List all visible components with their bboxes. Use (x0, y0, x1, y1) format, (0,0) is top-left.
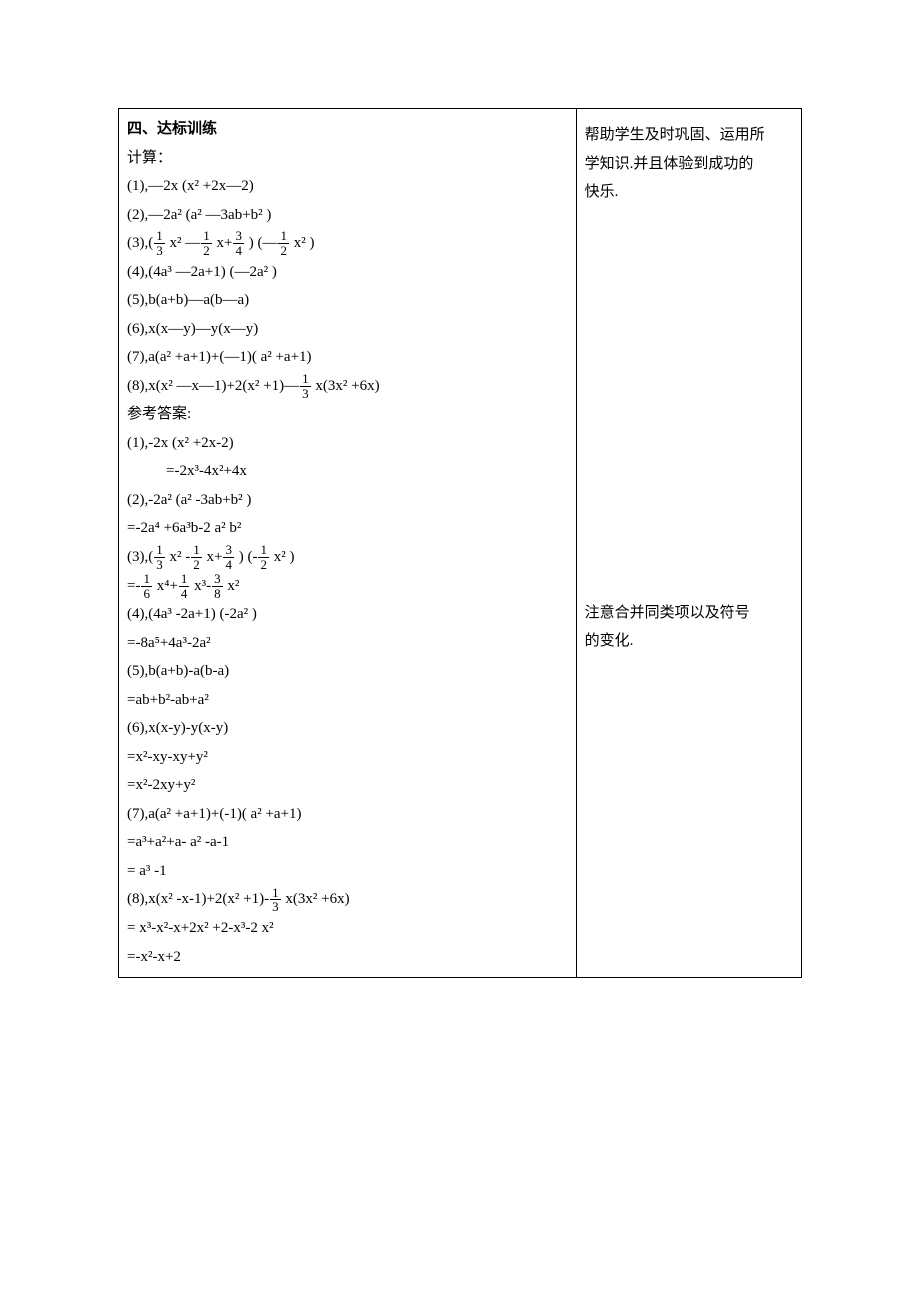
q3-part-c: x+ (213, 235, 233, 251)
a5-1: (5),b(a+b)-a(b-a) (127, 657, 568, 686)
frac-1-2: 12 (191, 543, 202, 571)
a3-2c: x³- (190, 578, 211, 594)
a7-2: =a³+a²+a- a² -a-1 (127, 828, 568, 857)
q8-part-a: (8),x(x² —x—1)+2(x² +1)— (127, 378, 299, 394)
a5-2: =ab+b²-ab+a² (127, 686, 568, 715)
a3-2a: =- (127, 578, 140, 594)
a3-1b: x² - (166, 549, 191, 565)
section-heading: 四、达标训练 (127, 115, 568, 144)
a7-3: = a³ -1 (127, 857, 568, 886)
page: 四、达标训练 计算： (1),—2x (x² +2x—2) (2),—2a² (… (0, 0, 920, 1302)
a2-2: =-2a⁴ +6a³b-2 a² b² (127, 514, 568, 543)
a2-1: (2),-2a² (a² -3ab+b² ) (127, 486, 568, 515)
a6-2: =x²-xy-xy+y² (127, 743, 568, 772)
q3: (3),(13 x² —12 x+34 ) (—12 x² ) (127, 229, 568, 258)
a7-1: (7),a(a² +a+1)+(-1)( a² +a+1) (127, 800, 568, 829)
q5: (5),b(a+b)—a(b—a) (127, 286, 568, 315)
q4: (4),(4a³ —2a+1) (—2a² ) (127, 258, 568, 287)
a4-2: =-8a⁵+4a³-2a² (127, 629, 568, 658)
a8-2: = x³-x²-x+2x² +2-x³-2 x² (127, 914, 568, 943)
frac-3-4: 34 (223, 543, 234, 571)
frac-1-2: 12 (278, 229, 289, 257)
left-cell: 四、达标训练 计算： (1),—2x (x² +2x—2) (2),—2a² (… (119, 109, 577, 978)
q3-part-b: x² — (166, 235, 201, 251)
a3-1e: x² ) (270, 549, 295, 565)
a1-1: (1),-2x (x² +2x-2) (127, 429, 568, 458)
q6: (6),x(x—y)—y(x—y) (127, 315, 568, 344)
a8-1a: (8),x(x² -x-1)+2(x² +1)- (127, 891, 269, 907)
frac-1-4: 14 (179, 572, 190, 600)
frac-3-4: 34 (233, 229, 244, 257)
note-2b: 的变化. (585, 627, 793, 656)
a8-3: =-x²-x+2 (127, 943, 568, 972)
frac-1-3: 13 (154, 543, 165, 571)
frac-1-3: 13 (270, 886, 281, 914)
a1-2: =-2x³-4x²+4x (127, 457, 568, 486)
a6-3: =x²-2xy+y² (127, 771, 568, 800)
a6-1: (6),x(x-y)-y(x-y) (127, 714, 568, 743)
right-cell: 帮助学生及时巩固、运用所 学知识.并且体验到成功的 快乐. 注意合并同类项以及符… (576, 109, 801, 978)
q3-part-a: (3),( (127, 235, 153, 251)
frac-1-2: 12 (201, 229, 212, 257)
frac-1-6: 16 (141, 572, 152, 600)
q7: (7),a(a² +a+1)+(—1)( a² +a+1) (127, 343, 568, 372)
note-2a: 注意合并同类项以及符号 (585, 599, 793, 628)
a4-1: (4),(4a³ -2a+1) (-2a² ) (127, 600, 568, 629)
q8: (8),x(x² —x—1)+2(x² +1)—13 x(3x² +6x) (127, 372, 568, 401)
calc-label: 计算： (127, 144, 568, 173)
a3-2d: x² (224, 578, 240, 594)
note-1b: 学知识.并且体验到成功的 (585, 150, 793, 179)
a3-1c: x+ (203, 549, 223, 565)
frac-3-8: 38 (212, 572, 223, 600)
note-1c: 快乐. (585, 178, 793, 207)
a8-1: (8),x(x² -x-1)+2(x² +1)-13 x(3x² +6x) (127, 885, 568, 914)
q3-part-d: ) (— (245, 235, 278, 251)
a3-1a: (3),( (127, 549, 153, 565)
frac-1-2: 12 (258, 543, 269, 571)
frac-1-3: 13 (154, 229, 165, 257)
note-1a: 帮助学生及时巩固、运用所 (585, 121, 793, 150)
a3-2b: x⁴+ (153, 578, 178, 594)
q8-part-b: x(3x² +6x) (312, 378, 380, 394)
a3-2: =-16 x⁴+14 x³-38 x² (127, 572, 568, 601)
a3-1: (3),(13 x² -12 x+34 ) (-12 x² ) (127, 543, 568, 572)
ans-label: 参考答案: (127, 400, 568, 429)
q1: (1),—2x (x² +2x—2) (127, 172, 568, 201)
a8-1b: x(3x² +6x) (282, 891, 350, 907)
note-1: 帮助学生及时巩固、运用所 学知识.并且体验到成功的 快乐. (585, 121, 793, 207)
q3-part-e: x² ) (290, 235, 315, 251)
note-2: 注意合并同类项以及符号 的变化. (585, 599, 793, 656)
frac-1-3: 13 (300, 372, 311, 400)
content-table: 四、达标训练 计算： (1),—2x (x² +2x—2) (2),—2a² (… (118, 108, 802, 978)
q2: (2),—2a² (a² —3ab+b² ) (127, 201, 568, 230)
a3-1d: ) (- (235, 549, 258, 565)
